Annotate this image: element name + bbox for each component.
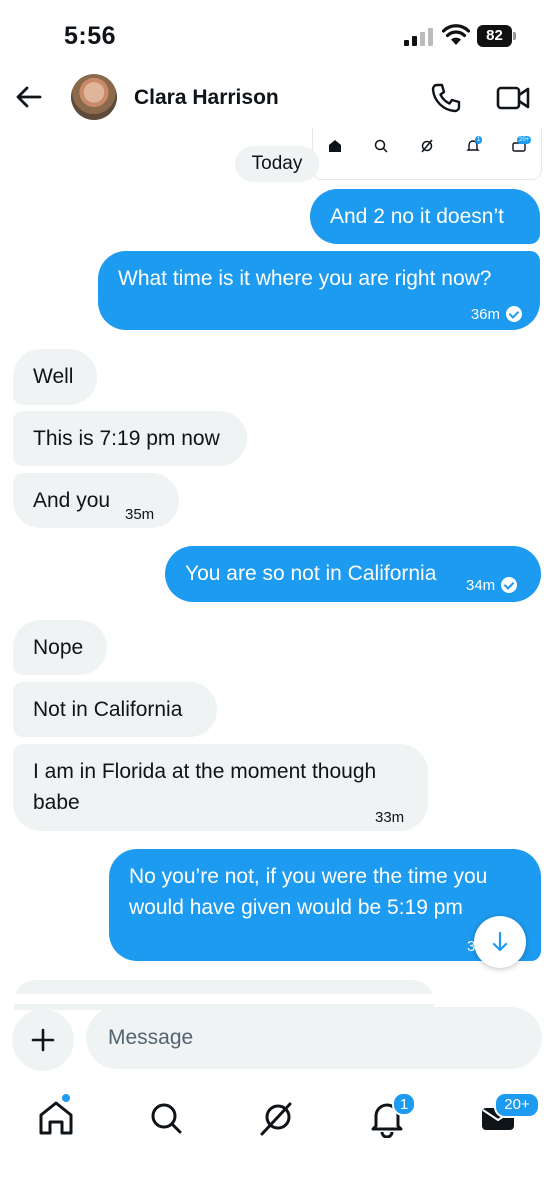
message-bubble-incoming[interactable]: Not in California — [13, 682, 217, 737]
conversation-header: Clara Harrison — [0, 70, 554, 132]
message-input[interactable] — [86, 1007, 542, 1069]
message-time: 33m — [375, 809, 405, 826]
message-text: Well — [33, 365, 74, 388]
avatar[interactable] — [71, 74, 117, 120]
phone-call-icon[interactable] — [430, 82, 462, 114]
message-bubble-incoming[interactable]: And you 35m — [13, 473, 179, 528]
contact-name[interactable]: Clara Harrison — [134, 86, 279, 110]
message-time: 35m — [125, 506, 155, 523]
bottom-tab-bar — [0, 1080, 554, 1199]
add-media-button[interactable] — [12, 1009, 74, 1071]
grok-icon[interactable] — [257, 1098, 297, 1138]
message-bubble-outgoing[interactable]: You are so not in California 34m — [165, 546, 541, 602]
read-check-icon — [506, 306, 522, 322]
status-bar: 5:56 82 — [0, 0, 554, 70]
message-text: What time is it where you are right now? — [118, 267, 492, 290]
home-icon[interactable] — [36, 1098, 76, 1138]
scroll-to-bottom-button[interactable] — [474, 916, 526, 968]
message-time: 36m — [470, 306, 500, 323]
message-bubble-incoming[interactable]: This is 7:19 pm now — [13, 411, 247, 466]
read-check-icon — [501, 577, 518, 593]
message-bubble-incoming[interactable]: I am in Florida at the moment though bab… — [13, 744, 428, 831]
search-icon[interactable] — [146, 1098, 186, 1138]
message-text: This is 7:19 pm now — [33, 427, 220, 450]
cellular-signal-icon — [404, 28, 433, 46]
mini-tab-overlay: 1 20+ — [312, 128, 542, 180]
message-bubble-outgoing[interactable]: And 2 no it doesn’t — [310, 189, 540, 244]
back-arrow-icon[interactable] — [14, 82, 44, 112]
message-text: And 2 no it doesn’t — [330, 205, 504, 228]
arrow-down-icon — [492, 931, 508, 952]
message-text: Not in California — [33, 698, 183, 721]
home-notification-dot — [61, 1093, 71, 1103]
message-text: Nope — [33, 636, 84, 659]
message-meta: 34m — [466, 570, 518, 601]
mini-grok-icon[interactable] — [419, 138, 435, 154]
message-bubble-incoming[interactable]: Well — [13, 349, 97, 405]
message-text-line: I am in Florida at the moment though — [33, 760, 377, 783]
plus-icon — [31, 1028, 55, 1052]
message-text-line: would have given would be 5:19 pm — [129, 896, 463, 919]
mini-search-icon[interactable] — [373, 138, 389, 154]
message-bubble-outgoing[interactable]: What time is it where you are right now?… — [98, 251, 540, 330]
message-text-line: No you’re not, if you were the time you — [129, 865, 488, 888]
video-call-icon[interactable] — [496, 84, 530, 112]
message-time: 34m — [466, 577, 496, 594]
message-text: You are so not in California — [185, 562, 437, 585]
messages-badge: 20+ — [494, 1092, 540, 1118]
battery-level: 82 — [477, 25, 512, 47]
battery-icon: 82 — [477, 25, 517, 47]
notifications-badge: 1 — [392, 1092, 416, 1116]
wifi-icon — [442, 24, 470, 45]
message-bubble-incoming[interactable]: Nope — [13, 620, 107, 675]
message-meta: 36m — [471, 299, 522, 330]
message-text: And you — [33, 489, 111, 512]
date-separator: Today — [235, 146, 319, 182]
status-time: 5:56 — [64, 22, 117, 50]
message-text-line: babe — [33, 791, 80, 814]
mini-home-icon[interactable] — [327, 138, 343, 154]
mini-notifications-badge: 1 — [475, 136, 483, 144]
mini-messages-badge: 20+ — [517, 136, 532, 144]
